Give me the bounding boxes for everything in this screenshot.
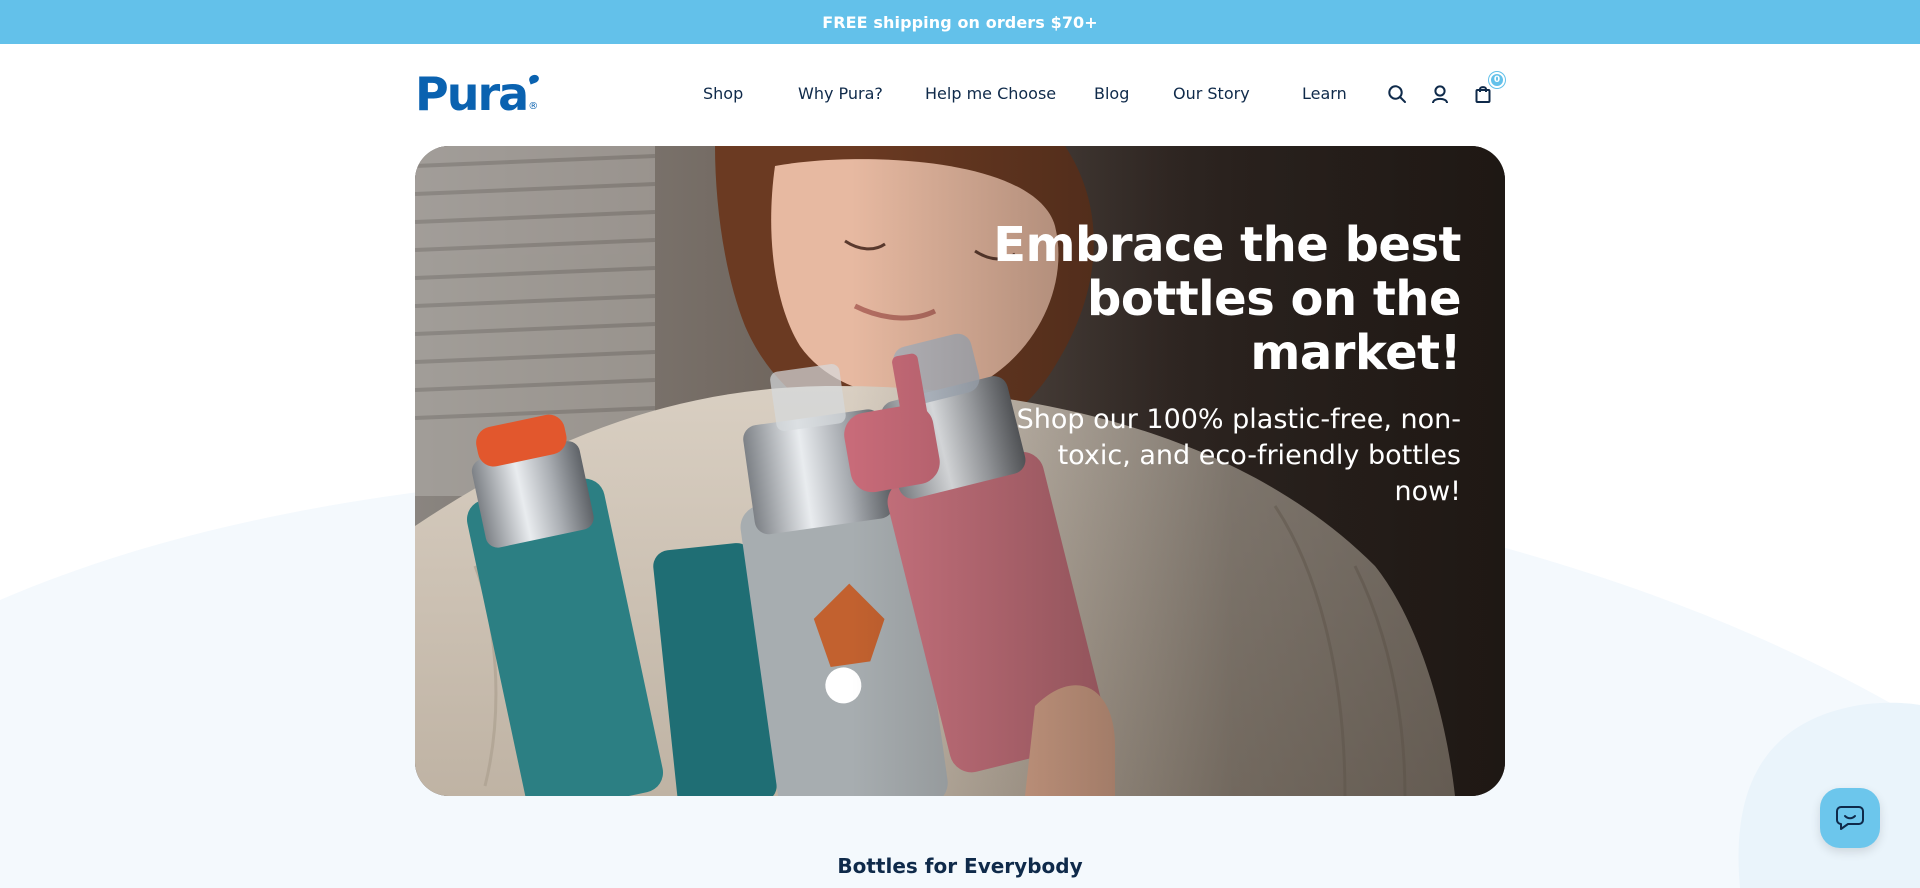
cart-button[interactable]: 0 — [1471, 72, 1505, 106]
chat-icon — [1836, 806, 1864, 830]
announcement-text: FREE shipping on orders $70+ — [822, 12, 1098, 32]
hero-subheading: Shop our 100% plastic-free, non-toxic, a… — [1016, 404, 1461, 507]
hero-text-block: Embrace the best bottles on the market! … — [991, 218, 1461, 510]
nav-item-our-story[interactable]: Our Story — [1173, 82, 1250, 106]
page: FREE shipping on orders $70+ Pura ® Shop… — [0, 0, 1920, 888]
hero-banner[interactable]: Embrace the best bottles on the market! … — [415, 146, 1505, 796]
nav-item-help-me-choose[interactable]: Help me Choose — [925, 82, 1056, 106]
nav-item-why-pura[interactable]: Why Pura? — [798, 82, 883, 106]
search-icon — [1388, 85, 1406, 103]
chat-button[interactable] — [1820, 788, 1880, 848]
nav-item-blog[interactable]: Blog — [1094, 82, 1129, 106]
cart-icon — [1475, 86, 1491, 103]
nav-item-learn[interactable]: Learn — [1302, 82, 1347, 106]
hero-heading: Embrace the best bottles on the market! — [993, 217, 1461, 381]
cart-count-badge: 0 — [1489, 72, 1505, 88]
section-title: Bottles for Everybody — [837, 854, 1083, 878]
account-button[interactable] — [1428, 82, 1452, 106]
account-icon — [1432, 85, 1448, 104]
announcement-bar: FREE shipping on orders $70+ — [0, 0, 1920, 44]
search-button[interactable] — [1385, 82, 1409, 106]
site-header: Pura ® Shop Why Pura? Help me Choose Blo… — [0, 44, 1920, 144]
main-nav: Shop Why Pura? Help me Choose Blog Our S… — [0, 82, 1920, 106]
nav-item-shop[interactable]: Shop — [703, 82, 743, 106]
